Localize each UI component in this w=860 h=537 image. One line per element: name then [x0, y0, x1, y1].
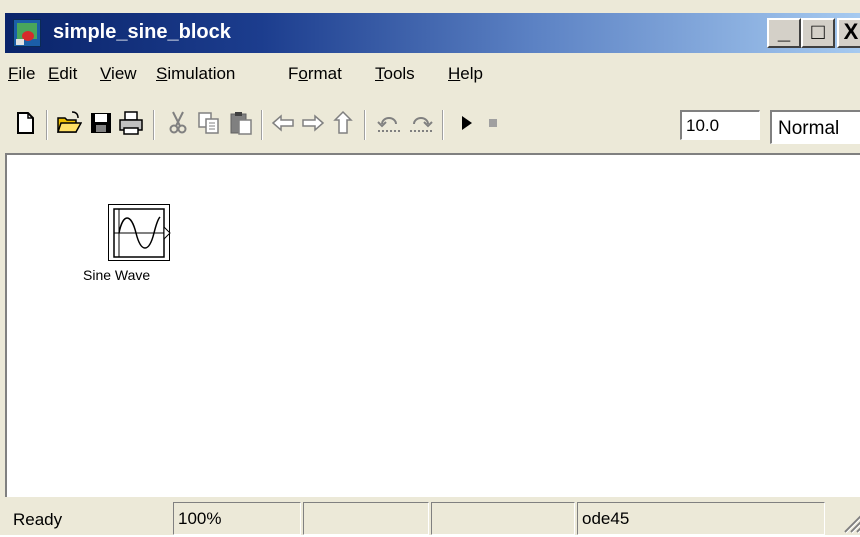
toolbar-separator — [153, 110, 155, 140]
up-arrow-icon[interactable] — [330, 110, 356, 136]
sine-wave-block[interactable] — [108, 204, 171, 261]
paste-icon[interactable] — [228, 110, 254, 136]
start-simulation-icon[interactable] — [454, 110, 480, 136]
maximize-button[interactable]: □ — [801, 18, 835, 48]
copy-icon[interactable] — [196, 110, 222, 136]
stop-simulation-icon[interactable] — [480, 110, 506, 136]
open-icon[interactable] — [56, 110, 82, 136]
resize-grip-icon[interactable] — [841, 512, 860, 534]
toolbar-separator — [46, 110, 48, 140]
menu-simulation[interactable]: Simulation — [156, 64, 235, 84]
menu-edit[interactable]: Edit — [48, 64, 77, 84]
save-icon[interactable] — [88, 110, 114, 136]
forward-arrow-icon[interactable] — [300, 110, 326, 136]
menu-format[interactable]: Format — [288, 64, 342, 84]
new-model-icon[interactable] — [12, 110, 38, 136]
status-bar: Ready 100% ode45 — [5, 500, 860, 535]
menu-file[interactable]: File — [8, 64, 35, 84]
toolbar-separator — [442, 110, 444, 140]
back-arrow-icon[interactable] — [270, 110, 296, 136]
status-text: Ready — [13, 510, 63, 529]
toolbar-separator — [261, 110, 263, 140]
solver-name: ode45 — [577, 502, 825, 535]
redo-icon[interactable] — [408, 110, 434, 136]
stop-time-field[interactable]: 10.0 — [680, 110, 760, 140]
simulink-app-icon[interactable] — [13, 19, 41, 47]
menu-view[interactable]: View — [100, 64, 137, 84]
toolbar: 10.0 Normal — [8, 104, 860, 148]
minimize-button[interactable]: _ — [767, 18, 801, 48]
menu-tools[interactable]: Tools — [375, 64, 415, 84]
status-pane-blank-2 — [431, 502, 575, 535]
menu-help[interactable]: Help — [448, 64, 483, 84]
close-button[interactable]: X — [837, 18, 860, 48]
cut-icon[interactable] — [165, 110, 191, 136]
toolbar-separator — [364, 110, 366, 140]
zoom-level: 100% — [173, 502, 301, 535]
model-window: simple_sine_block _ □ X File Edit View S… — [0, 0, 860, 535]
undo-icon[interactable] — [376, 110, 402, 136]
menu-bar: File Edit View Simulation Format Tools H… — [8, 64, 860, 90]
sine-wave-block-label[interactable]: Sine Wave — [83, 267, 150, 283]
window-title: simple_sine_block — [53, 21, 231, 43]
simulation-mode-select[interactable]: Normal — [770, 110, 860, 144]
title-bar[interactable]: simple_sine_block _ □ X — [5, 13, 860, 53]
sine-wave-icon — [113, 208, 171, 258]
model-canvas[interactable]: Sine Wave — [5, 153, 860, 497]
print-icon[interactable] — [118, 110, 144, 136]
status-pane-blank-1 — [303, 502, 429, 535]
